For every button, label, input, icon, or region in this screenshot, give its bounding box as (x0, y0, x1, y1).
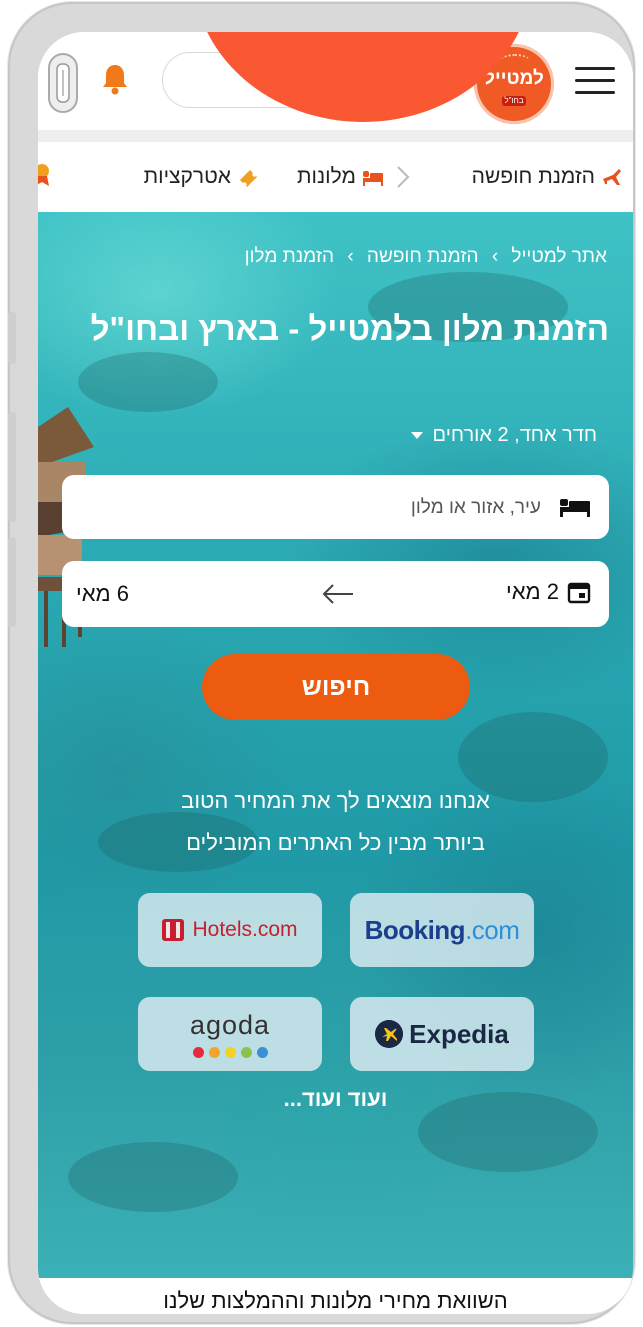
breadcrumb-link[interactable]: הזמנת חופשה (367, 246, 479, 267)
nav-item-label: מלונות (297, 165, 356, 188)
agoda-dot (256, 1047, 268, 1058)
agoda-dots-icon (192, 1047, 268, 1058)
bell-icon[interactable] (100, 62, 130, 96)
nav-item-label: אטרקציות (143, 165, 231, 188)
nav-item-label: הזמנת חופשה (471, 165, 595, 188)
agoda-logo-text: agoda (189, 1010, 271, 1040)
promo-line: ביותר מבין כל האתרים המובילים (186, 830, 485, 855)
calendar-icon (567, 582, 591, 604)
search-button[interactable]: חיפוש (202, 654, 470, 720)
caret-down-icon (410, 432, 423, 439)
expedia-logo-text: Expedia (375, 1019, 509, 1050)
partner-hotels-logo: Hotels.com (138, 893, 322, 967)
agoda-logo: agoda (190, 1010, 270, 1058)
phone-side-button (8, 537, 16, 627)
partner-expedia-logo: Expedia (350, 997, 534, 1071)
booking-logo-suffix: .com (465, 914, 520, 945)
more-partners-text: ועוד ועוד... (283, 1086, 388, 1111)
checkin-date[interactable]: 2 מאי (506, 579, 591, 605)
phone-side-button (8, 312, 16, 364)
booking-logo-name: Booking (364, 914, 466, 945)
partner-agoda-logo: agoda (138, 997, 322, 1071)
ticket-icon (240, 170, 257, 187)
agoda-dot (208, 1047, 220, 1058)
checkout-date[interactable]: 6 מאי (76, 581, 129, 607)
rooms-guests-selector[interactable]: חדר אחד, 2 אורחים (410, 424, 597, 447)
category-nav: הזמנת חופשה מלונות אטרקציות (38, 142, 633, 212)
hero-background-reef (68, 1142, 238, 1212)
expedia-plane-icon (375, 1020, 404, 1048)
section-title: השוואת מחירי מלונות וההמלצות שלנו (163, 1288, 508, 1313)
breadcrumb-current: הזמנת מלון (244, 246, 335, 267)
destination-input[interactable] (119, 492, 543, 524)
agoda-dot (224, 1047, 236, 1058)
globe-icon (500, 54, 530, 68)
promo-line: אנחנו מוצאים לך את המחיר הטוב (181, 788, 490, 813)
rooms-guests-label: חדר אחד, 2 אורחים (432, 424, 597, 446)
checkin-label: 2 מאי (505, 579, 559, 604)
header-divider (38, 130, 633, 142)
agoda-dot (240, 1047, 252, 1058)
hotels-logo-label: Hotels.com (192, 918, 298, 941)
hero-background-reef (78, 352, 218, 412)
bed-icon (560, 499, 590, 517)
airplane-icon (603, 169, 621, 185)
destination-field[interactable] (62, 475, 609, 539)
hotels-h-icon (162, 919, 185, 941)
nav-item-hotels[interactable]: מלונות (297, 162, 384, 192)
breadcrumb: אתר למטייל › הזמנת חופשה › הזמנת מלון (241, 246, 611, 268)
bed-icon (363, 171, 383, 186)
arrow-left-icon (322, 584, 353, 604)
partner-booking-logo: Booking.com (350, 893, 534, 967)
chevron-left-icon: › (491, 246, 499, 267)
page-title: הזמנת מלון בלמטייל - בארץ ובחו"ל (90, 310, 609, 347)
screen: למטייל בחו"ל ?מה מחפשים הזמנת חופשה מלונ… (38, 32, 633, 1314)
chevron-left-icon: › (347, 246, 354, 267)
agoda-dot (192, 1047, 204, 1058)
hero-section: אתר למטייל › הזמנת חופשה › הזמנת מלון הז… (38, 212, 633, 1278)
menu-icon[interactable] (575, 65, 615, 95)
document-icon[interactable] (46, 52, 80, 114)
dates-field[interactable]: 2 מאי 6 מאי (62, 561, 609, 627)
logo-subtext: בחו"ל (502, 96, 526, 106)
hotels-logo-text: Hotels.com (162, 918, 298, 942)
award-icon[interactable] (38, 162, 52, 188)
phone-side-button (8, 412, 16, 522)
promo-text: אנחנו מוצאים לך את המחיר הטוב ביותר מבין… (38, 780, 633, 864)
booking-logo-text: Booking.com (365, 915, 520, 946)
chevron-right-icon[interactable] (394, 164, 412, 190)
nav-item-attractions[interactable]: אטרקציות (144, 162, 259, 192)
nav-item-vacation[interactable]: הזמנת חופשה (472, 162, 623, 192)
phone-frame: למטייל בחו"ל ?מה מחפשים הזמנת חופשה מלונ… (8, 2, 635, 1324)
expedia-logo-label: Expedia (409, 1018, 509, 1049)
breadcrumb-link[interactable]: אתר למטייל (511, 246, 607, 267)
